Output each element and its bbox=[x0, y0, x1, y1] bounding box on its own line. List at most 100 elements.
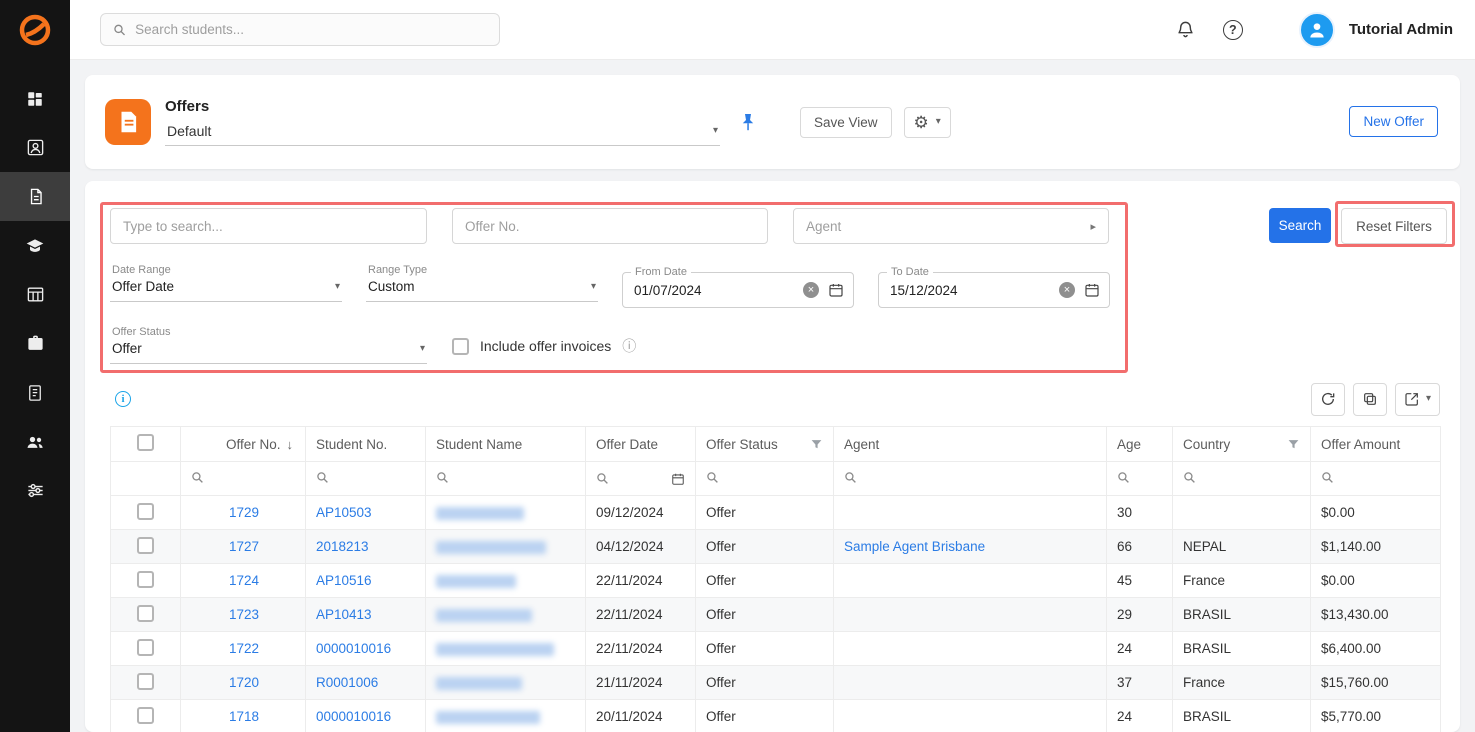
table-row[interactable]: 1724 AP10516 22/11/2024 Offer 45 France … bbox=[111, 564, 1441, 598]
offer-no-link[interactable]: 1722 bbox=[229, 641, 259, 656]
offer-no-input[interactable] bbox=[452, 208, 768, 244]
student-no-link[interactable]: AP10503 bbox=[316, 505, 372, 520]
sidebar-item-courses[interactable] bbox=[0, 221, 70, 270]
save-view-button[interactable]: Save View bbox=[800, 107, 892, 138]
grid-info-icon[interactable]: i bbox=[115, 391, 131, 407]
notifications-button[interactable] bbox=[1176, 20, 1195, 39]
table-row[interactable]: 1723 AP10413 22/11/2024 Offer 29 BRASIL … bbox=[111, 598, 1441, 632]
filter-student-no[interactable] bbox=[306, 462, 426, 496]
col-offer-amount[interactable]: Offer Amount bbox=[1311, 427, 1441, 462]
view-settings-button[interactable]: ⚙ ▾ bbox=[904, 107, 951, 138]
include-offer-invoices-checkbox[interactable] bbox=[452, 338, 469, 355]
invoice-icon bbox=[26, 384, 44, 402]
clear-icon[interactable]: × bbox=[1059, 282, 1075, 298]
from-date-field[interactable]: From Date 01/07/2024 × bbox=[622, 272, 854, 308]
search-icon bbox=[191, 471, 204, 484]
search-button[interactable]: Search bbox=[1269, 208, 1331, 243]
calendar-button[interactable] bbox=[1084, 282, 1100, 298]
col-offer-no[interactable]: Offer No. ↓ bbox=[181, 427, 306, 462]
copy-button[interactable] bbox=[1353, 383, 1387, 416]
col-student-no[interactable]: Student No. bbox=[306, 427, 426, 462]
col-agent[interactable]: Agent bbox=[834, 427, 1107, 462]
offer-no-link[interactable]: 1720 bbox=[229, 675, 259, 690]
table-row[interactable]: 1720 R0001006 21/11/2024 Offer 37 France… bbox=[111, 666, 1441, 700]
filter-offer-amount[interactable] bbox=[1311, 462, 1441, 496]
filter-age[interactable] bbox=[1107, 462, 1173, 496]
new-offer-button[interactable]: New Offer bbox=[1349, 106, 1438, 137]
date-range-select[interactable]: Date Range Offer Date ▾ bbox=[110, 266, 342, 302]
filter-student-name[interactable] bbox=[426, 462, 586, 496]
offer-no-cell: 1718 bbox=[181, 700, 306, 732]
offer-no-link[interactable]: 1727 bbox=[229, 539, 259, 554]
refresh-icon bbox=[1320, 391, 1336, 407]
sidebar-item-offers[interactable] bbox=[0, 172, 70, 221]
table-row[interactable]: 1729 AP10503 09/12/2024 Offer 30 $0.00 bbox=[111, 496, 1441, 530]
sidebar-item-settings[interactable] bbox=[0, 466, 70, 515]
student-no-link[interactable]: AP10516 bbox=[316, 573, 372, 588]
to-date-field[interactable]: To Date 15/12/2024 × bbox=[878, 272, 1110, 308]
sidebar-item-agents[interactable] bbox=[0, 417, 70, 466]
filter-funnel-icon[interactable] bbox=[810, 438, 823, 451]
offer-no-link[interactable]: 1718 bbox=[229, 709, 259, 724]
info-icon: ⓘ bbox=[622, 339, 636, 353]
col-student-name[interactable]: Student Name bbox=[426, 427, 586, 462]
row-checkbox[interactable] bbox=[137, 571, 154, 588]
row-checkbox[interactable] bbox=[137, 639, 154, 656]
student-no-cell: AP10413 bbox=[306, 598, 426, 632]
grid-toolbar: i ▾ bbox=[85, 382, 1460, 416]
col-age[interactable]: Age bbox=[1107, 427, 1173, 462]
user-menu[interactable]: Tutorial Admin bbox=[1299, 12, 1453, 48]
row-checkbox[interactable] bbox=[137, 503, 154, 520]
agent-cell bbox=[834, 632, 1107, 666]
student-no-link[interactable]: 2018213 bbox=[316, 539, 369, 554]
pin-view-button[interactable] bbox=[740, 113, 756, 132]
offer-status-select[interactable]: Offer Status Offer ▾ bbox=[110, 328, 427, 364]
row-checkbox[interactable] bbox=[137, 673, 154, 690]
row-checkbox[interactable] bbox=[137, 605, 154, 622]
filter-funnel-icon[interactable] bbox=[1287, 438, 1300, 451]
filter-offer-status[interactable] bbox=[696, 462, 834, 496]
keyword-search-input[interactable] bbox=[110, 208, 427, 244]
pin-icon bbox=[740, 113, 756, 132]
filter-offer-date[interactable] bbox=[586, 462, 696, 496]
student-no-link[interactable]: AP10413 bbox=[316, 607, 372, 622]
app-logo[interactable] bbox=[0, 0, 70, 60]
sidebar-item-dashboard[interactable] bbox=[0, 74, 70, 123]
reset-filters-button[interactable]: Reset Filters bbox=[1341, 208, 1447, 244]
help-button[interactable]: ? bbox=[1223, 20, 1243, 40]
col-country[interactable]: Country bbox=[1173, 427, 1311, 462]
sidebar-item-employers[interactable] bbox=[0, 319, 70, 368]
table-row[interactable]: 1718 0000010016 20/11/2024 Offer 24 BRAS… bbox=[111, 700, 1441, 732]
table-row[interactable]: 1727 2018213 04/12/2024 Offer Sample Age… bbox=[111, 530, 1441, 564]
export-button[interactable]: ▾ bbox=[1395, 383, 1440, 416]
filter-country[interactable] bbox=[1173, 462, 1311, 496]
filter-offer-no[interactable] bbox=[181, 462, 306, 496]
offer-no-link[interactable]: 1723 bbox=[229, 607, 259, 622]
filter-agent[interactable] bbox=[834, 462, 1107, 496]
student-no-link[interactable]: R0001006 bbox=[316, 675, 378, 690]
table-row[interactable]: 1722 0000010016 22/11/2024 Offer 24 BRAS… bbox=[111, 632, 1441, 666]
range-type-select[interactable]: Range Type Custom ▾ bbox=[366, 266, 598, 302]
sidebar-item-finance[interactable] bbox=[0, 368, 70, 417]
student-no-link[interactable]: 0000010016 bbox=[316, 709, 391, 724]
offer-no-link[interactable]: 1729 bbox=[229, 505, 259, 520]
col-offer-date[interactable]: Offer Date bbox=[586, 427, 696, 462]
search-students-input[interactable] bbox=[135, 22, 487, 37]
calendar-button[interactable] bbox=[828, 282, 844, 298]
agent-select[interactable]: Agent ▸ bbox=[793, 208, 1109, 244]
student-no-cell: AP10503 bbox=[306, 496, 426, 530]
col-offer-status[interactable]: Offer Status bbox=[696, 427, 834, 462]
view-selector[interactable]: Default ▾ bbox=[165, 119, 720, 146]
sidebar-item-timetables[interactable] bbox=[0, 270, 70, 319]
select-all-checkbox[interactable] bbox=[137, 434, 154, 451]
agent-link[interactable]: Sample Agent Brisbane bbox=[844, 539, 985, 554]
clear-icon[interactable]: × bbox=[803, 282, 819, 298]
offer-no-link[interactable]: 1724 bbox=[229, 573, 259, 588]
student-no-link[interactable]: 0000010016 bbox=[316, 641, 391, 656]
row-checkbox[interactable] bbox=[137, 537, 154, 554]
row-checkbox[interactable] bbox=[137, 707, 154, 724]
sidebar-item-students[interactable] bbox=[0, 123, 70, 172]
graduation-cap-icon bbox=[25, 236, 45, 256]
refresh-button[interactable] bbox=[1311, 383, 1345, 416]
calendar-icon[interactable] bbox=[671, 472, 685, 486]
